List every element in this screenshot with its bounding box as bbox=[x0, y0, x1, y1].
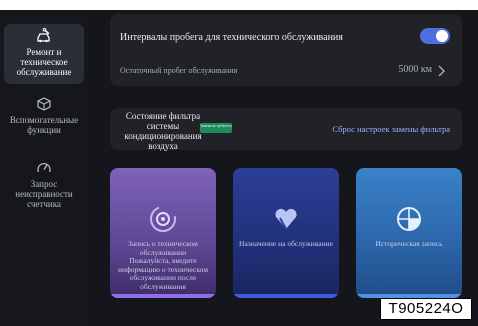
sidebar-item-label: Запрос неисправности счетчика bbox=[15, 179, 73, 209]
appointment-heart-icon bbox=[271, 204, 301, 234]
sidebar-item-meter-fault[interactable]: Запрос неисправности счетчика bbox=[4, 156, 84, 216]
card-label: Запись о техническом обслуживании bbox=[128, 239, 198, 257]
sidebar: Ремонт и техническое обслуживание Вспомо… bbox=[0, 10, 88, 326]
toggle-knob bbox=[436, 30, 448, 42]
filter-status-panel: Состояние фильтра системы кондиционирова… bbox=[110, 108, 462, 151]
filter-status-badge: Замена не требуется bbox=[200, 123, 232, 133]
remaining-mileage-label: Остаточный пробег обслуживания bbox=[120, 66, 238, 75]
card-accent-bar bbox=[233, 294, 339, 298]
maintenance-record-card[interactable]: Запись о техническом обслуживании Пожалу… bbox=[110, 168, 216, 298]
sidebar-item-label: Вспомогательные функции bbox=[9, 115, 79, 135]
service-interval-title: Интервалы пробега для технического обслу… bbox=[120, 32, 343, 43]
car-wrench-icon bbox=[36, 28, 52, 44]
card-label: Историческая запись bbox=[375, 239, 443, 248]
cube-icon bbox=[36, 96, 52, 112]
service-interval-panel: Интервалы пробега для технического обслу… bbox=[110, 14, 462, 86]
image-code-label: T905224O bbox=[380, 298, 472, 320]
history-globe-icon bbox=[394, 204, 424, 234]
sidebar-item-maintenance[interactable]: Ремонт и техническое обслуживание bbox=[4, 24, 84, 84]
gauge-icon bbox=[36, 160, 52, 176]
sidebar-item-auxiliary[interactable]: Вспомогательные функции bbox=[4, 92, 84, 152]
service-appointment-card[interactable]: Назначение на обслуживание bbox=[233, 168, 339, 298]
filter-reset-link[interactable]: Сброс настроек замены фильтра bbox=[332, 124, 450, 134]
card-label: Назначение на обслуживание bbox=[239, 239, 333, 248]
record-icon bbox=[148, 204, 178, 234]
screen: Ремонт и техническое обслуживание Вспомо… bbox=[0, 10, 478, 326]
sidebar-item-label: Ремонт и техническое обслуживание bbox=[16, 47, 72, 77]
history-record-card[interactable]: Историческая запись bbox=[356, 168, 462, 298]
card-accent-bar bbox=[110, 294, 216, 298]
service-interval-toggle[interactable] bbox=[420, 28, 450, 44]
chevron-right-icon[interactable] bbox=[436, 64, 446, 77]
filter-status-title: Состояние фильтра системы кондиционирова… bbox=[124, 111, 202, 151]
card-description: Пожалуйста, введите информацию о техниче… bbox=[118, 256, 208, 291]
remaining-mileage-value[interactable]: 5000 км bbox=[398, 64, 432, 75]
